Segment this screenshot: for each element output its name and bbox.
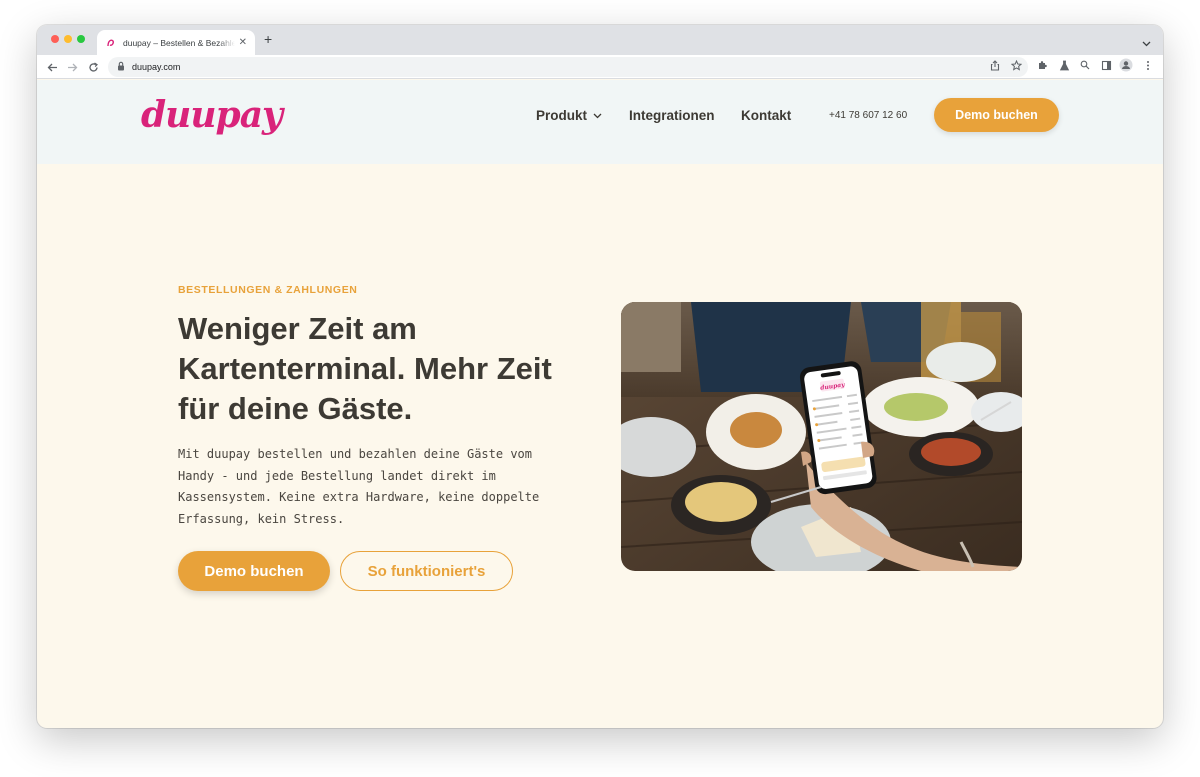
tab-search-chevron-icon[interactable] xyxy=(1142,34,1151,52)
hero-lead: Mit duupay bestellen und bezahlen deine … xyxy=(178,447,540,526)
hero-eyebrow: BESTELLUNGEN & ZAHLUNGEN xyxy=(178,284,358,296)
nav-kontakt[interactable]: Kontakt xyxy=(741,108,791,123)
star-icon[interactable] xyxy=(1009,58,1023,72)
nav-produkt-label: Produkt xyxy=(536,108,588,123)
kebab-menu-icon[interactable] xyxy=(1141,58,1155,72)
sidepanel-icon[interactable] xyxy=(1099,58,1113,72)
minimize-window-button[interactable] xyxy=(64,35,72,43)
hero-demo-button[interactable]: Demo buchen xyxy=(178,551,330,591)
close-window-button[interactable] xyxy=(51,35,59,43)
arrow-left-icon[interactable] xyxy=(45,60,59,74)
new-tab-button[interactable]: + xyxy=(264,32,272,46)
tab-title: duupay – Bestellen & Bezahlen xyxy=(123,37,235,48)
hero-headline: Weniger Zeit am Kartenterminal. Mehr Zei… xyxy=(178,311,552,426)
flask-icon[interactable] xyxy=(1057,58,1071,72)
close-tab-icon[interactable]: ✕ xyxy=(239,37,247,48)
arrow-right-icon[interactable] xyxy=(65,60,79,74)
share-icon[interactable] xyxy=(988,58,1002,72)
nav-phone-number[interactable]: +41 78 607 12 60 xyxy=(829,110,907,121)
site-header: duupay Produkt Integrationen Kontakt +41… xyxy=(37,80,1163,164)
duupay-logo[interactable]: duupay xyxy=(141,94,283,136)
maximize-window-button[interactable] xyxy=(77,35,85,43)
nav-produkt[interactable]: Produkt xyxy=(536,108,602,123)
puzzle-icon[interactable] xyxy=(1035,58,1049,72)
search-icon[interactable] xyxy=(1078,58,1092,72)
url-text: duupay.com xyxy=(132,62,181,72)
hero-photo-restaurant-table: duupay xyxy=(621,302,1022,571)
nav-integrationen[interactable]: Integrationen xyxy=(629,108,715,123)
browser-tab-active[interactable]: duupay – Bestellen & Bezahlen ✕ xyxy=(97,30,255,55)
address-bar[interactable]: duupay.com xyxy=(108,57,1028,77)
reload-icon[interactable] xyxy=(86,60,100,74)
chevron-down-icon xyxy=(593,113,602,119)
duupay-favicon-icon xyxy=(105,37,116,48)
browser-toolbar: duupay.com xyxy=(37,55,1163,79)
profile-icon[interactable] xyxy=(1119,58,1133,72)
lock-icon xyxy=(117,58,125,76)
browser-window: duupay – Bestellen & Bezahlen ✕ + duupay… xyxy=(37,25,1163,728)
tab-bar: duupay – Bestellen & Bezahlen ✕ + xyxy=(37,25,1163,55)
header-demo-button[interactable]: Demo buchen xyxy=(934,98,1059,132)
hero-how-it-works-button[interactable]: So funktioniert's xyxy=(340,551,513,591)
